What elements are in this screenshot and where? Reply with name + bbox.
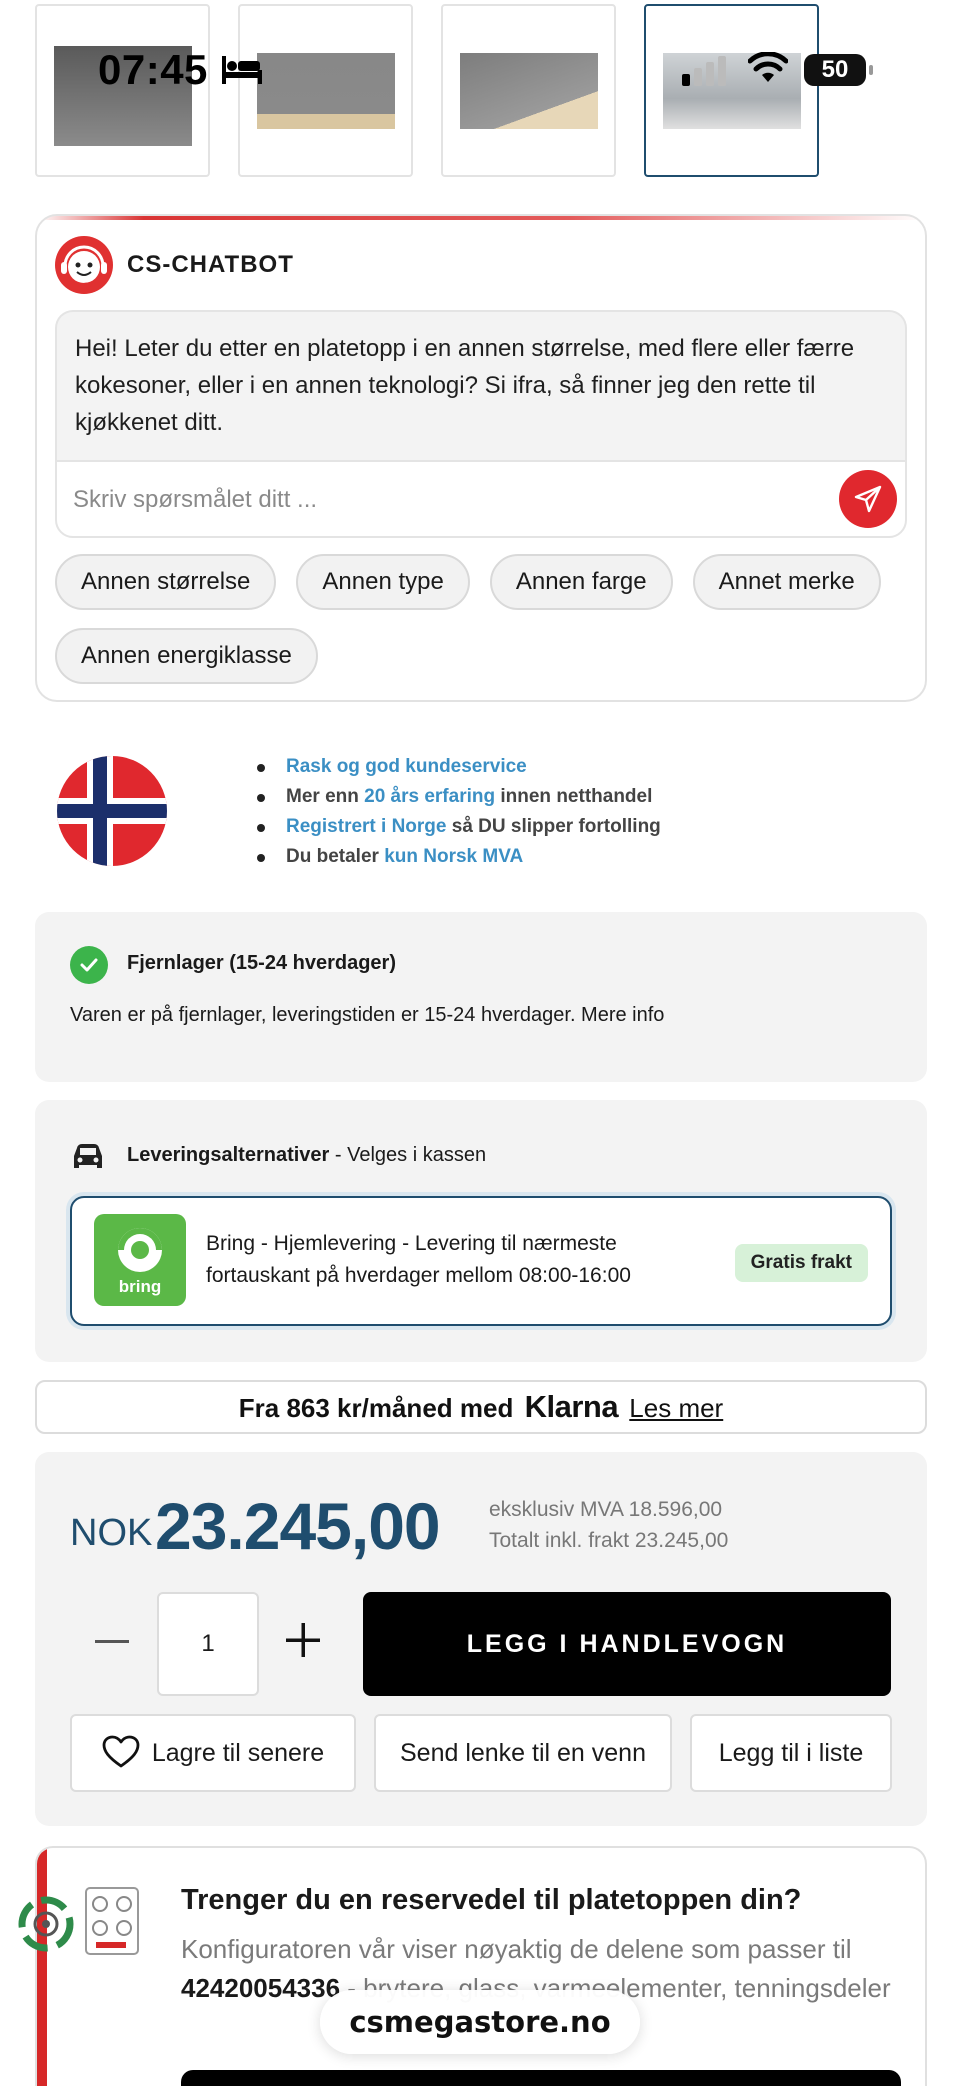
spare-parts-configurator-button[interactable] — [181, 2070, 901, 2086]
benefit-link[interactable]: kun Norsk MVA — [384, 846, 523, 867]
buy-box: NOK 23.245,00 eksklusiv MVA 18.596,00 To… — [35, 1452, 927, 1826]
klarna-financing-banner: Fra 863 kr/måned med Klarna Les mer — [35, 1380, 927, 1434]
delivery-options-panel: Leveringsalternativer - Velges i kassen … — [35, 1100, 927, 1362]
model-number: 42420054336 — [181, 1973, 341, 2003]
thumbnail-2[interactable] — [238, 4, 413, 177]
benefit-item: Rask og god kundeservice — [257, 752, 661, 782]
quantity-increase-button[interactable] — [281, 1618, 325, 1662]
chatbot-accent-line — [37, 216, 925, 220]
chatbot-panel: CS-CHATBOT Hei! Leter du etter en platet… — [35, 214, 927, 702]
chatbot-avatar-icon — [55, 236, 113, 294]
thumbnail-3[interactable] — [441, 4, 616, 177]
send-paper-plane-icon — [854, 485, 882, 513]
svg-text:bring: bring — [119, 1277, 162, 1296]
product-image — [459, 52, 598, 129]
benefit-item: Mer enn 20 års erfaring innen netthandel — [257, 782, 661, 812]
product-image — [662, 52, 801, 129]
save-for-later-label: Lagre til senere — [151, 1739, 325, 1767]
price-details: eksklusiv MVA 18.596,00 Totalt inkl. fra… — [489, 1494, 728, 1556]
benefit-link[interactable]: Rask og god kundeservice — [286, 756, 527, 777]
delivery-title: Leveringsalternativer - Velges i kassen — [127, 1144, 487, 1166]
chat-input-row — [55, 460, 907, 538]
price-value: 23.245,00 — [155, 1489, 441, 1563]
price-total: Totalt inkl. frakt 23.245,00 — [489, 1529, 729, 1552]
thumbnail-1[interactable] — [35, 4, 210, 177]
chat-input[interactable] — [73, 480, 813, 520]
store-benefits: Rask og god kundeservice Mer enn 20 års … — [35, 752, 927, 872]
browser-url-pill[interactable]: csmegastore.no — [320, 1990, 640, 2054]
chatbot-title: CS-CHATBOT — [127, 251, 294, 278]
send-button[interactable] — [839, 470, 897, 528]
benefit-list: Rask og god kundeservice Mer enn 20 års … — [257, 752, 661, 872]
add-to-cart-button[interactable]: LEGG I HANDLEVOGN — [363, 1592, 891, 1696]
chatbot-message: Hei! Leter du etter en platetopp i en an… — [55, 310, 907, 462]
stock-description: Varen er på fjernlager, leveringstiden e… — [70, 1004, 665, 1026]
bring-logo: bring — [94, 1214, 186, 1306]
price-currency: NOK — [70, 1512, 153, 1554]
add-to-list-button[interactable]: Legg til i liste — [690, 1714, 892, 1792]
product-thumbnails — [35, 4, 819, 177]
chip-annen-storrelse[interactable]: Annen størrelse — [55, 554, 277, 610]
chatbot-header: CS-CHATBOT — [55, 236, 294, 294]
stock-status-panel: Fjernlager (15-24 hverdager) Varen er på… — [35, 912, 927, 1082]
quantity-input[interactable]: 1 — [157, 1592, 259, 1696]
chip-annen-energiklasse[interactable]: Annen energiklasse — [55, 628, 318, 684]
norway-flag-icon — [57, 756, 167, 866]
save-for-later-button[interactable]: Lagre til senere — [70, 1714, 356, 1792]
heart-icon — [102, 1735, 140, 1768]
spare-parts-recycle-icon — [18, 1887, 139, 1955]
plus-icon — [286, 1623, 320, 1657]
chip-annen-farge[interactable]: Annen farge — [489, 554, 673, 610]
product-image — [53, 45, 192, 146]
send-link-button[interactable]: Send lenke til en venn — [374, 1714, 672, 1792]
chip-annen-type[interactable]: Annen type — [296, 554, 470, 610]
quantity-decrease-button[interactable] — [90, 1620, 134, 1664]
delivery-option-text: Bring - Hjemlevering - Levering til nærm… — [206, 1232, 631, 1287]
benefit-item: Registrert i Norge så DU slipper fortoll… — [257, 812, 661, 842]
klarna-read-more-link[interactable]: Les mer — [629, 1393, 723, 1423]
product-image — [256, 52, 395, 129]
benefit-link[interactable]: Registrert i Norge — [286, 816, 446, 837]
suggestion-chips: Annen størrelse Annen type Annen farge A… — [55, 554, 915, 684]
stock-title: Fjernlager (15-24 hverdager) — [127, 952, 396, 974]
thumbnail-4[interactable] — [644, 4, 819, 177]
minus-icon — [95, 1640, 129, 1643]
chip-annet-merke[interactable]: Annet merke — [692, 554, 881, 610]
delivery-option-bring[interactable]: bring Bring - Hjemlevering - Levering ti… — [70, 1196, 892, 1326]
check-circle-icon — [70, 946, 108, 984]
benefit-item: Du betaler kun Norsk MVA — [257, 842, 661, 872]
klarna-logo: Klarna — [524, 1389, 619, 1424]
spare-parts-title: Trenger du en reservedel til platetoppen… — [181, 1884, 802, 1916]
car-icon — [74, 1144, 102, 1168]
free-shipping-badge: Gratis frakt — [734, 1244, 868, 1282]
klarna-prefix: Fra 863 kr/måned med — [238, 1393, 514, 1423]
price-ex-vat: eksklusiv MVA 18.596,00 — [489, 1498, 723, 1521]
benefit-link[interactable]: 20 års erfaring — [364, 786, 495, 807]
